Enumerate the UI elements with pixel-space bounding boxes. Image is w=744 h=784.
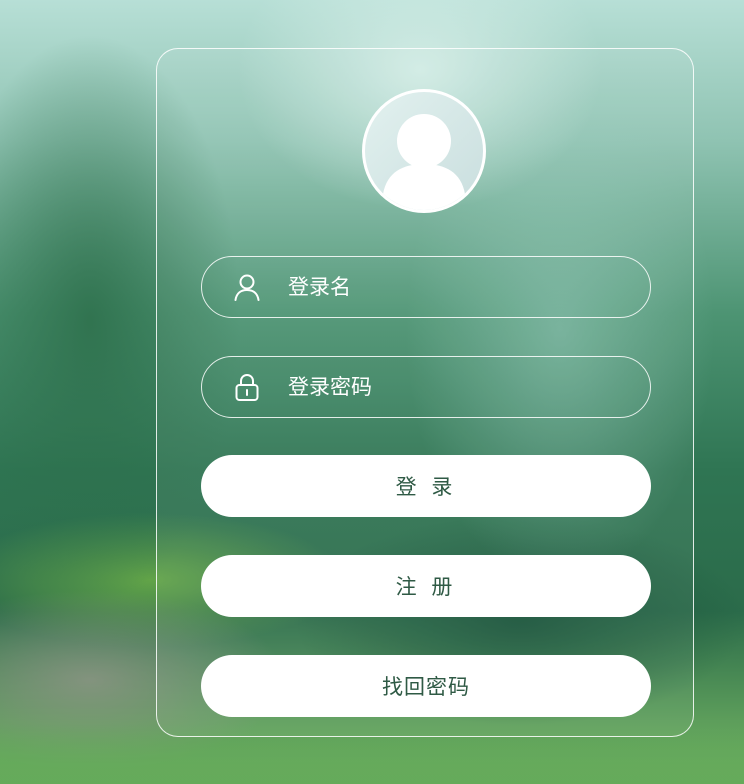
username-field: [201, 256, 651, 318]
login-card: 登 录 注 册 找回密码: [156, 48, 694, 737]
username-input[interactable]: [288, 257, 628, 317]
password-input[interactable]: [288, 357, 628, 417]
avatar: [362, 89, 486, 213]
register-button[interactable]: 注 册: [201, 555, 651, 617]
user-avatar-icon: [383, 114, 465, 210]
forgot-password-button[interactable]: 找回密码: [201, 655, 651, 717]
login-button[interactable]: 登 录: [201, 455, 651, 517]
user-icon: [234, 274, 260, 301]
password-field: [201, 356, 651, 418]
lock-icon: [235, 373, 259, 401]
